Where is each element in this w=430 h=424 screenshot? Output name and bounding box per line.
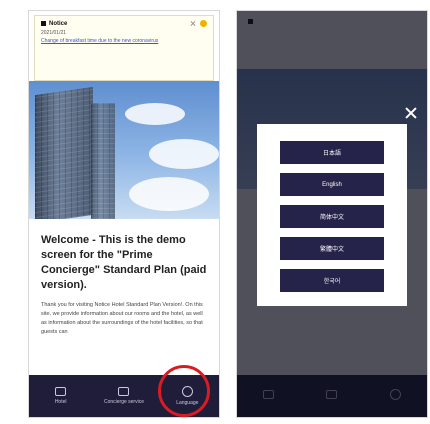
welcome-section: Welcome - This is the demo screen for th… — [41, 233, 209, 337]
close-icon[interactable] — [190, 21, 196, 27]
language-tab-highlight-circle — [158, 365, 210, 417]
phone-screen-home: Notice 2021/01/21 Change of breakfast ti… — [28, 10, 220, 418]
phone-screen-language-modal: 日本語 English 简体中文 繁體中文 한국어 — [236, 10, 428, 418]
tab-label: Hotel — [54, 399, 67, 405]
language-option-traditional-chinese[interactable]: 繁體中文 — [280, 237, 384, 260]
tab-label: Concierge service — [103, 399, 144, 405]
pin-icon — [200, 20, 207, 27]
notice-banner[interactable]: Notice 2021/01/21 Change of breakfast ti… — [34, 15, 214, 81]
home-icon — [55, 387, 67, 396]
language-selection-modal: 日本語 English 简体中文 繁體中文 한국어 — [257, 124, 407, 306]
welcome-title: Welcome - This is the demo screen for th… — [41, 234, 207, 291]
tab-hotel[interactable]: Hotel — [34, 387, 88, 405]
language-option-english[interactable]: English — [280, 173, 384, 196]
language-option-japanese[interactable]: 日本語 — [280, 141, 384, 164]
hotel-hero-image — [29, 81, 219, 219]
notice-bullet-icon — [41, 21, 46, 26]
close-icon[interactable] — [405, 107, 417, 119]
language-option-korean[interactable]: 한국어 — [280, 269, 384, 292]
language-option-simplified-chinese[interactable]: 简体中文 — [280, 205, 384, 228]
notice-heading: Notice — [49, 20, 68, 27]
welcome-body: Thank you for visiting Notice Hotel Stan… — [41, 302, 203, 335]
notice-link[interactable]: Change of breakfast time due to the new … — [41, 38, 207, 45]
notice-date: 2021/01/21 — [41, 30, 67, 36]
concierge-bell-icon — [118, 387, 130, 396]
tab-concierge-service[interactable]: Concierge service — [97, 387, 151, 405]
